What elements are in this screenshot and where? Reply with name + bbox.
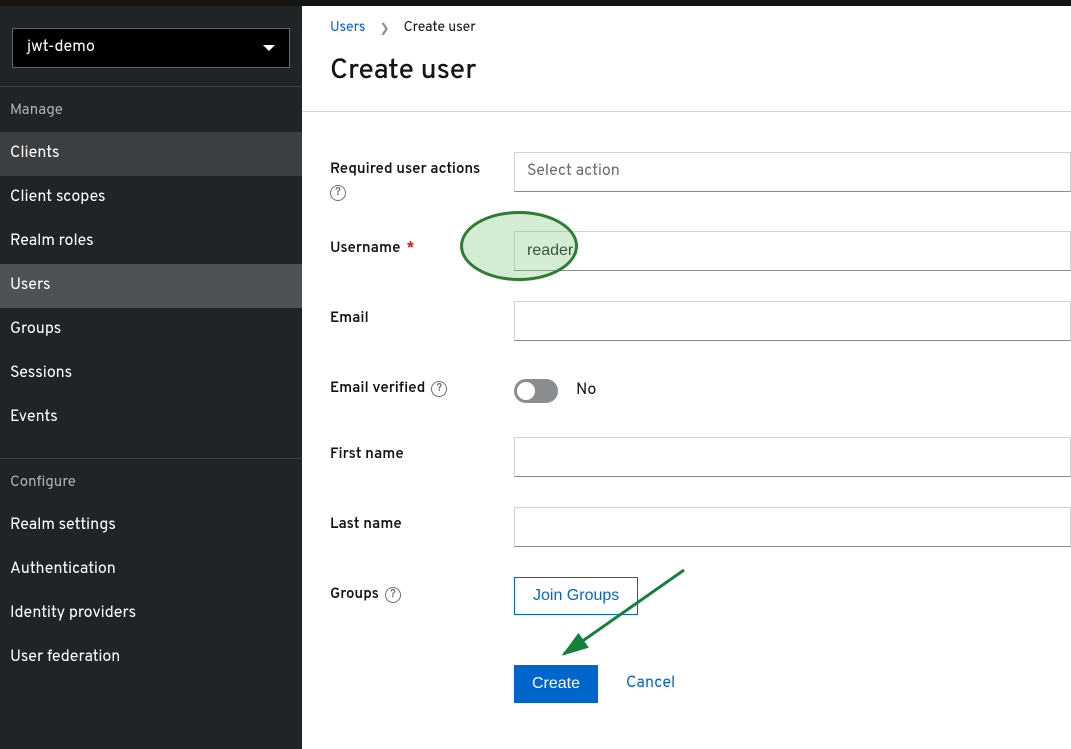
- email-label: Email: [330, 301, 514, 328]
- sidebar-item-clients[interactable]: Clients: [0, 132, 302, 176]
- email-verified-label: Email verified ?: [330, 371, 514, 398]
- sidebar-section-manage: Manage: [0, 86, 302, 132]
- email-verified-toggle[interactable]: [514, 379, 558, 403]
- required-actions-label: Required user actions ?: [330, 152, 514, 201]
- sidebar-item-realm-roles[interactable]: Realm roles: [0, 220, 302, 264]
- create-user-form: Required user actions ? Select action Us…: [302, 112, 1071, 743]
- cancel-button[interactable]: Cancel: [626, 674, 675, 694]
- username-input[interactable]: [514, 231, 1071, 271]
- sidebar-item-user-federation[interactable]: User federation: [0, 636, 302, 680]
- first-name-label: First name: [330, 437, 514, 464]
- sidebar-item-events[interactable]: Events: [0, 396, 302, 440]
- email-verified-state: No: [576, 381, 596, 401]
- groups-label: Groups ?: [330, 577, 514, 604]
- breadcrumb-parent-link[interactable]: Users: [330, 20, 366, 37]
- chevron-right-icon: ❯: [380, 21, 390, 37]
- realm-selector[interactable]: jwt-demo: [12, 28, 290, 68]
- help-icon[interactable]: ?: [385, 587, 401, 603]
- email-input[interactable]: [514, 301, 1071, 341]
- sidebar-item-users[interactable]: Users: [0, 264, 302, 308]
- create-button[interactable]: Create: [514, 665, 598, 703]
- sidebar-item-client-scopes[interactable]: Client scopes: [0, 176, 302, 220]
- help-icon[interactable]: ?: [330, 185, 346, 201]
- first-name-input[interactable]: [514, 437, 1071, 477]
- username-label: Username *: [330, 231, 514, 258]
- required-actions-select[interactable]: Select action: [514, 152, 1071, 192]
- sidebar-item-groups[interactable]: Groups: [0, 308, 302, 352]
- page-title: Create user: [330, 53, 1043, 89]
- main-content: Users ❯ Create user Create user Required…: [302, 6, 1071, 749]
- sidebar: jwt-demo Manage Clients Client scopes Re…: [0, 6, 302, 749]
- sidebar-item-authentication[interactable]: Authentication: [0, 548, 302, 592]
- sidebar-item-sessions[interactable]: Sessions: [0, 352, 302, 396]
- sidebar-section-configure: Configure: [0, 458, 302, 504]
- sidebar-item-realm-settings[interactable]: Realm settings: [0, 504, 302, 548]
- help-icon[interactable]: ?: [431, 381, 447, 397]
- last-name-input[interactable]: [514, 507, 1071, 547]
- chevron-down-icon: [263, 45, 275, 51]
- last-name-label: Last name: [330, 507, 514, 534]
- realm-selector-label: jwt-demo: [27, 38, 95, 58]
- breadcrumb-current: Create user: [404, 20, 476, 37]
- required-marker: *: [406, 239, 414, 258]
- breadcrumb: Users ❯ Create user: [330, 20, 1043, 37]
- join-groups-button[interactable]: Join Groups: [514, 577, 638, 615]
- toggle-knob: [517, 382, 535, 400]
- sidebar-item-identity-providers[interactable]: Identity providers: [0, 592, 302, 636]
